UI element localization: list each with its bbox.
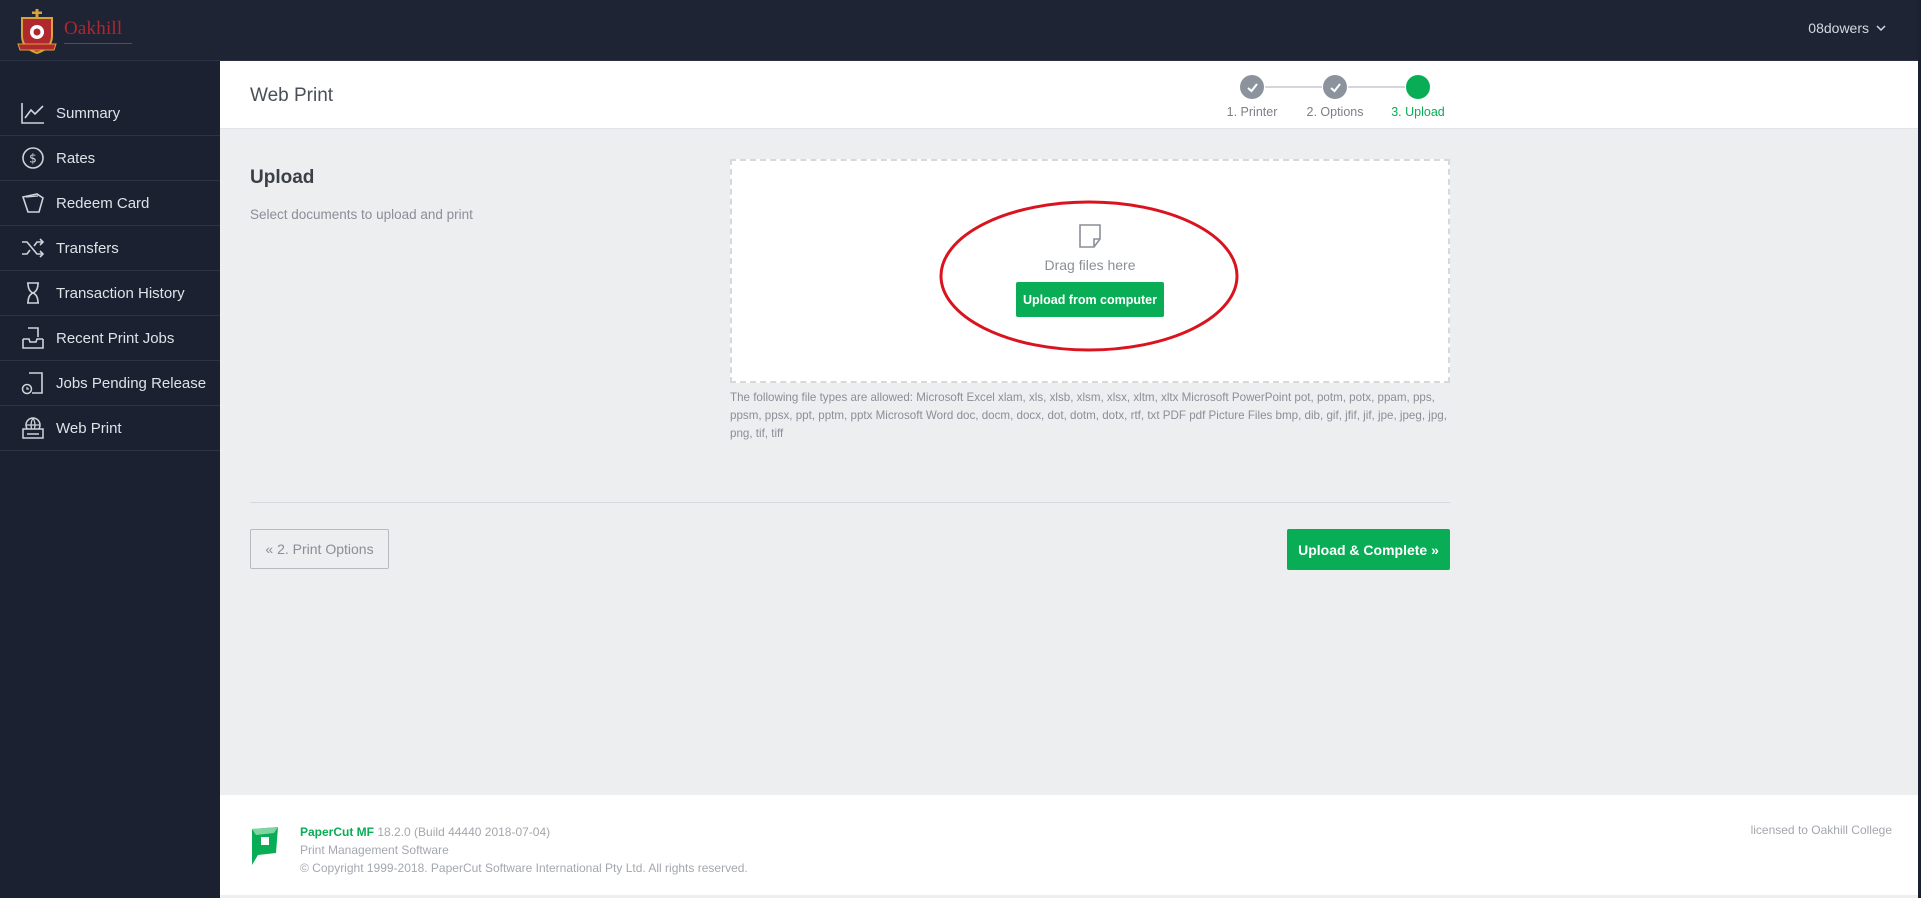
sidebar-item-jobs-pending-release[interactable]: Jobs Pending Release [0, 361, 220, 406]
sidebar-item-label: Transfers [56, 239, 119, 257]
pending-doc-icon [18, 370, 48, 396]
check-icon [1323, 75, 1347, 99]
shuffle-icon [18, 235, 48, 261]
footer: PaperCut MF 18.2.0 (Build 44440 2018-07-… [220, 795, 1920, 895]
sidebar-item-summary[interactable]: Summary [0, 91, 220, 136]
step-options[interactable]: 2. Options [1295, 75, 1375, 119]
hourglass-icon [18, 280, 48, 306]
version: 18.2.0 (Build 44440 2018-07-04) [377, 825, 551, 839]
svg-text:$: $ [29, 152, 37, 166]
step-printer[interactable]: 1. Printer [1212, 75, 1292, 119]
step-upload: 3. Upload [1378, 75, 1458, 119]
sidebar-item-rates[interactable]: $ Rates [0, 136, 220, 181]
sidebar-item-recent-print-jobs[interactable]: Recent Print Jobs [0, 316, 220, 361]
section-title: Upload [250, 167, 315, 188]
sidebar-item-label: Recent Print Jobs [56, 329, 175, 347]
sidebar-item-label: Jobs Pending Release [56, 374, 207, 392]
sidebar-item-label: Rates [56, 149, 96, 167]
crest-icon [17, 9, 57, 54]
progress-stepper: 1. Printer 2. Options 3. Upload [1210, 75, 1450, 123]
chevron-down-icon [1876, 25, 1886, 32]
tagline: Print Management Software [300, 843, 449, 857]
line-chart-icon [18, 100, 48, 126]
check-icon [1240, 75, 1264, 99]
page-header: Web Print 1. Printer 2. Options 3. Uploa… [220, 61, 1920, 129]
allowed-file-types: The following file types are allowed: Mi… [730, 391, 1447, 440]
brand-name[interactable]: PaperCut MF [300, 825, 374, 839]
dollar-circle-icon: $ [18, 145, 48, 171]
step-label: 2. Options [1306, 105, 1364, 119]
current-step-dot [1406, 75, 1430, 99]
footer-info: PaperCut MF 18.2.0 (Build 44440 2018-07-… [300, 823, 748, 877]
card-icon [18, 190, 48, 216]
annotation-ellipse [939, 200, 1239, 352]
copyright: © Copyright 1999-2018. PaperCut Software… [300, 861, 748, 875]
papercut-logo-icon [252, 827, 278, 865]
username: 08dowers [1808, 20, 1869, 36]
sidebar-item-redeem-card[interactable]: Redeem Card [0, 181, 220, 226]
oakhill-logo[interactable]: Oakhill [12, 6, 132, 56]
sidebar-item-label: Summary [56, 104, 121, 122]
sidebar-item-transfers[interactable]: Transfers [0, 226, 220, 271]
step-label: 3. Upload [1391, 105, 1445, 119]
sidebar-item-label: Web Print [56, 419, 122, 437]
step-label: 1. Printer [1226, 105, 1278, 119]
sidebar-item-label: Transaction History [56, 284, 185, 302]
upload-complete-button[interactable]: Upload & Complete » [1287, 529, 1450, 570]
sidebar-item-label: Redeem Card [56, 194, 150, 212]
divider [250, 502, 1450, 503]
logo-text: Oakhill [64, 18, 123, 39]
top-bar: Oakhill 08dowers [0, 0, 1921, 61]
sidebar-item-web-print[interactable]: Web Print [0, 406, 220, 451]
user-menu[interactable]: 08dowers [1808, 20, 1887, 36]
main-content: Web Print 1. Printer 2. Options 3. Uploa… [220, 61, 1920, 898]
page-title: Web Print [250, 85, 334, 106]
license-text: licensed to Oakhill College [1750, 823, 1892, 837]
logo-underline [64, 43, 132, 44]
sidebar-item-transaction-history[interactable]: Transaction History [0, 271, 220, 316]
section-subtitle: Select documents to upload and print [250, 207, 473, 222]
globe-printer-icon [18, 415, 48, 441]
inbox-tray-icon [18, 325, 48, 351]
back-print-options-button[interactable]: « 2. Print Options [250, 529, 389, 569]
sidebar: Summary $ Rates Redeem Card Transfers Tr… [0, 61, 220, 898]
